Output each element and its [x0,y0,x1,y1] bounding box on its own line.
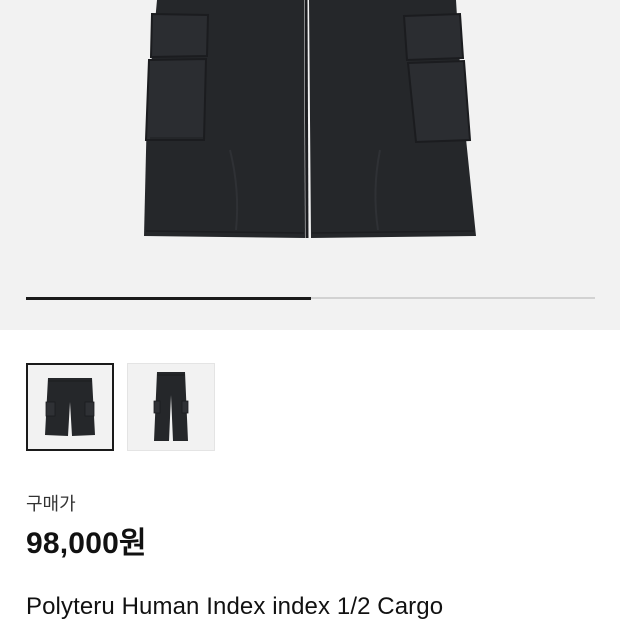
product-page: 구매가 98,000원 Polyteru Human Index index 1… [0,0,620,620]
thumbnail-2[interactable] [127,363,215,451]
cargo-shorts-image [144,0,476,239]
price-value: 98,000원 [26,527,147,560]
thumbnail-1[interactable] [26,363,114,451]
price-label: 구매가 [26,494,76,514]
gallery-progress-indicator [26,296,311,300]
gallery-progress-bar [26,296,595,300]
cargo-pants-thumbnail-image [153,372,189,441]
thumbnail-list [26,363,215,451]
cargo-shorts-thumbnail-image [45,378,95,436]
product-title: Polyteru Human Index index 1/2 Cargo [26,593,444,620]
product-main-image[interactable] [0,0,620,330]
